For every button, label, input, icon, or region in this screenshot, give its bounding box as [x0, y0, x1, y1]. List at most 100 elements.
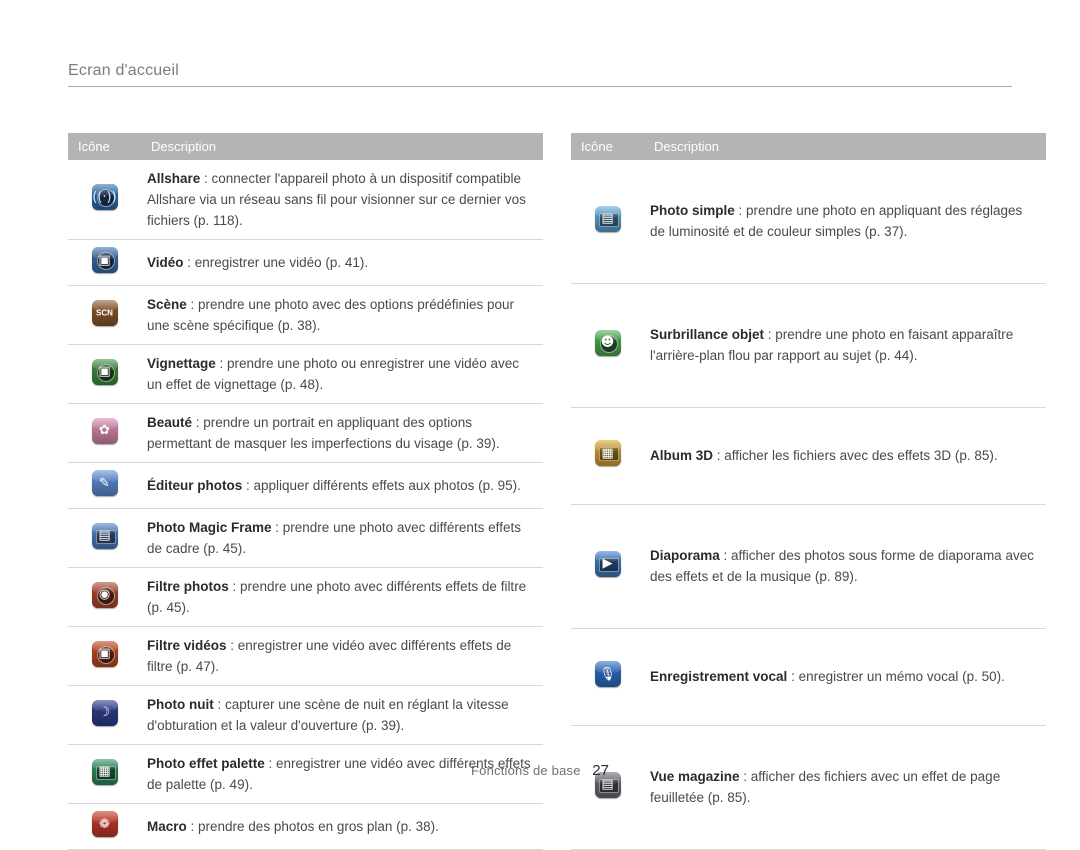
row-description-cell: Allshare : connecter l'appareil photo à …	[141, 160, 543, 240]
table-row: SCN Scène : prendre une photo avec des op…	[68, 286, 543, 345]
icon-gloss	[91, 184, 118, 196]
scene-icon: SCN	[91, 299, 118, 326]
row-description-cell: Album 3D : afficher les fichiers avec de…	[644, 407, 1046, 504]
table-header-row: Icône Description	[571, 133, 1046, 160]
footer-section-label: Fonctions de base	[471, 763, 581, 778]
row-icon-cell: ▣	[68, 240, 141, 286]
row-icon-cell: ▤	[571, 160, 644, 283]
icon-gloss	[91, 247, 118, 259]
row-feature-description: : connecter l'appareil photo à un dispos…	[147, 171, 526, 228]
row-description-cell: Photo simple : prendre une photo en appl…	[644, 160, 1046, 283]
row-description-cell: Surbrillance objet : prendre une photo e…	[644, 283, 1046, 407]
right-icon-table: Icône Description ▤ Photo simple : prendr…	[571, 133, 1046, 850]
page-footer: Fonctions de base 27	[0, 762, 1080, 779]
row-description-cell: Vignettage : prendre une photo ou enregi…	[141, 345, 543, 404]
row-feature-description: : prendre des photos en gros plan (p. 38…	[186, 819, 439, 834]
row-feature-name: Enregistrement vocal	[650, 669, 788, 685]
row-icon-cell: ▦	[571, 407, 644, 504]
document-page: Ecran d'accueil Icône Description ((·)) A…	[0, 0, 1080, 850]
video-icon: ▣	[91, 247, 118, 273]
table-row: ▶ Diaporama : afficher des photos sous fo…	[571, 504, 1046, 629]
video-filter-icon: ▣	[91, 640, 118, 667]
simple-photo-icon: ▤	[594, 205, 621, 232]
table-row: 🎙 Enregistrement vocal : enregistrer un m…	[571, 628, 1046, 726]
right-table-body: ▤ Photo simple : prendre une photo en app…	[571, 160, 1046, 850]
table-row: ▣ Filtre vidéos : enregistrer une vidéo a…	[68, 627, 543, 686]
row-feature-name: Album 3D	[650, 448, 714, 464]
row-icon-cell: ✎	[68, 463, 141, 509]
row-description-cell: Vue magazine : afficher des fichiers ave…	[644, 725, 1046, 849]
row-icon-cell: ✿	[68, 404, 141, 463]
table-row: ◉ Filtre photos : prendre une photo avec …	[68, 568, 543, 627]
icon-gloss	[91, 581, 118, 594]
row-description-cell: Scène : prendre une photo avec des optio…	[141, 286, 543, 345]
left-icon-table: Icône Description ((·)) Allshare : connec…	[68, 133, 543, 850]
photo-editor-icon: ✎	[91, 470, 118, 496]
row-feature-name: Vignettage	[147, 356, 216, 371]
icon-gloss	[91, 522, 118, 535]
icon-gloss	[594, 550, 621, 563]
table-row: ▣ Vignettage : prendre une photo ou enreg…	[68, 345, 543, 404]
row-feature-description: : prendre une photo avec des options pré…	[147, 297, 515, 333]
row-icon-cell: ▣	[68, 627, 141, 686]
row-feature-name: Diaporama	[650, 548, 720, 564]
magic-frame-icon: ▤	[91, 522, 118, 549]
row-description-cell: Vidéo : enregistrer une vidéo (p. 41).	[141, 240, 543, 286]
allshare-icon: ((·))	[91, 184, 118, 210]
icon-gloss	[594, 661, 621, 674]
row-feature-name: Beauté	[147, 415, 193, 430]
row-icon-cell: ▶	[571, 504, 644, 628]
row-feature-name: Photo nuit	[147, 697, 214, 712]
column-header-description: Description	[644, 133, 1046, 160]
row-icon-cell: ((·))	[68, 160, 141, 240]
row-icon-cell: SCN	[68, 286, 141, 345]
icon-gloss	[91, 811, 118, 823]
table-row: ▤ Photo Magic Frame : prendre une photo a…	[68, 509, 543, 568]
row-feature-description: : afficher les fichiers avec des effets …	[713, 448, 998, 464]
vignette-icon: ▣	[91, 358, 118, 385]
table-row: ▤ Vue magazine : afficher des fichiers av…	[571, 725, 1046, 850]
table-row: ✿ Beauté : prendre un portrait en appliqu…	[68, 404, 543, 463]
row-feature-name: Éditeur photos	[147, 478, 243, 493]
row-description-cell: Éditeur photos : appliquer différents ef…	[141, 463, 543, 509]
row-description-cell: Photo nuit : capturer une scène de nuit …	[141, 686, 543, 745]
row-icon-cell: 🎙	[571, 628, 644, 725]
icon-gloss	[594, 205, 621, 218]
row-feature-name: Filtre vidéos	[147, 638, 227, 653]
icon-gloss	[91, 640, 118, 653]
footer-page-number: 27	[592, 762, 609, 779]
row-description-cell: Beauté : prendre un portrait en appliqua…	[141, 404, 543, 463]
row-feature-description: : prendre un portrait en appliquant des …	[147, 415, 500, 451]
table-row: ▣ Vidéo : enregistrer une vidéo (p. 41).	[68, 240, 543, 286]
slideshow-icon: ▶	[594, 550, 621, 577]
row-description-cell: Macro : prendre des photos en gros plan …	[141, 804, 543, 850]
page-header: Ecran d'accueil	[68, 62, 1012, 87]
header-divider	[68, 86, 1012, 87]
icon-gloss	[594, 329, 621, 342]
row-feature-name: Photo simple	[650, 203, 735, 219]
table-row: ☽ Photo nuit : capturer une scène de nuit…	[68, 686, 543, 745]
row-feature-name: Vidéo	[147, 255, 184, 270]
table-row: ❁ Macro : prendre des photos en gros plan…	[68, 804, 543, 850]
row-description-cell: Enregistrement vocal : enregistrer un mé…	[644, 628, 1046, 725]
row-feature-description: : appliquer différents effets aux photos…	[242, 478, 521, 493]
row-icon-cell: ◉	[68, 568, 141, 627]
row-icon-cell: ☽	[68, 686, 141, 745]
table-row: ▦ Album 3D : afficher les fichiers avec d…	[571, 407, 1046, 505]
row-icon-cell: ▤	[68, 509, 141, 568]
row-feature-name: Scène	[147, 297, 187, 312]
row-icon-cell: ▣	[68, 345, 141, 404]
row-feature-name: Photo Magic Frame	[147, 520, 272, 535]
row-description-cell: Diaporama : afficher des photos sous for…	[644, 504, 1046, 628]
row-feature-name: Allshare	[147, 171, 201, 186]
object-highlight-icon: ☻	[594, 329, 621, 356]
table-row: ((·)) Allshare : connecter l'appareil pho…	[68, 160, 543, 240]
row-description-cell: Filtre photos : prendre une photo avec d…	[141, 568, 543, 627]
table-row: ▤ Photo simple : prendre une photo en app…	[571, 160, 1046, 284]
row-description-cell: Photo Magic Frame : prendre une photo av…	[141, 509, 543, 568]
column-header-icon: Icône	[571, 133, 644, 160]
tables-container: Icône Description ((·)) Allshare : connec…	[68, 133, 1046, 850]
left-table-body: ((·)) Allshare : connecter l'appareil pho…	[68, 160, 543, 850]
row-feature-description: : enregistrer un mémo vocal (p. 50).	[787, 669, 1005, 685]
icon-gloss	[594, 440, 621, 452]
